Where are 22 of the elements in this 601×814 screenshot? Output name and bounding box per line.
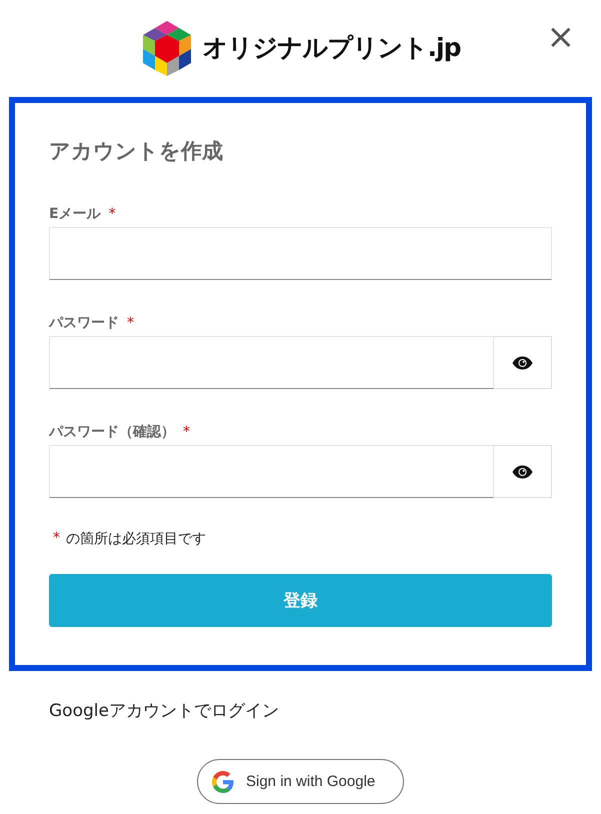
field-label: パスワード	[49, 314, 119, 332]
close-button[interactable]: ×	[542, 20, 579, 54]
site-logo-text: オリジナルプリント.jp	[202, 32, 460, 64]
required-note: の箇所は必須項目です	[66, 530, 206, 548]
google-g-icon	[212, 770, 234, 792]
google-sign-in-button[interactable]: Sign in with Google	[197, 759, 404, 804]
required-mark: *	[108, 206, 116, 222]
field-label: Eメール	[49, 205, 101, 223]
eye-icon	[512, 356, 533, 370]
eye-icon	[512, 464, 533, 478]
required-mark: *	[183, 424, 190, 440]
form-title: アカウントを作成	[49, 138, 224, 165]
password-field[interactable]	[49, 336, 494, 389]
field-label: パスワード（確認）	[49, 423, 175, 441]
cube-logo-icon	[140, 18, 193, 76]
show-password-button[interactable]	[494, 445, 552, 498]
required-mark: *	[127, 315, 134, 331]
required-mark: *	[53, 530, 60, 548]
google-login-caption: Googleアカウントでログイン	[49, 700, 280, 722]
show-password-button[interactable]	[494, 336, 552, 389]
email-field[interactable]	[49, 227, 552, 280]
password-field[interactable]	[49, 445, 494, 498]
